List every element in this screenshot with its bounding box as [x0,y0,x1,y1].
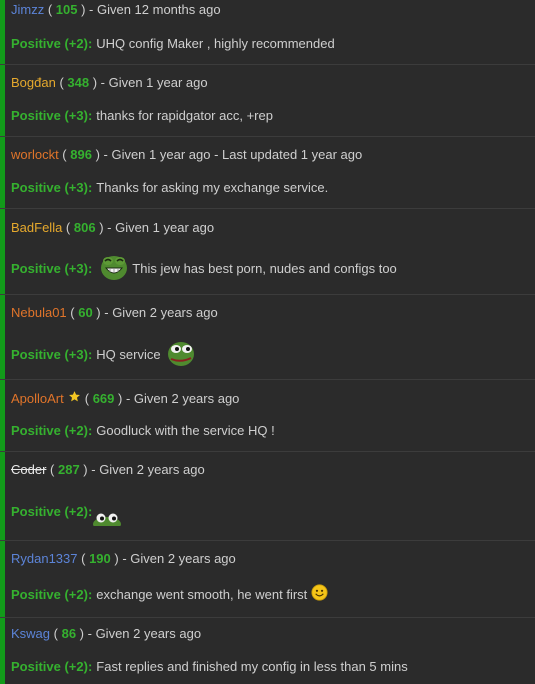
rep-comment: HQ service [96,347,161,362]
divider [0,451,535,452]
username-link[interactable]: Nebula01 [11,305,67,320]
username-link[interactable]: Kswag [11,626,50,641]
star-icon [68,390,81,406]
username-link[interactable]: worlockt [11,147,59,162]
rep-comment: thanks for rapidgator acc, +rep [96,108,273,123]
username-link[interactable]: Jimzz [11,2,44,17]
rep-score: 287 [57,462,80,477]
given-time: Given 1 year ago [108,75,208,90]
given-time: Given 2 years ago [112,305,218,320]
divider [0,136,535,137]
rep-comment: This jew has best porn, nudes and config… [132,261,397,276]
rep-type: Positive (+2): [11,36,93,51]
rep-score: 86 [61,626,77,641]
divider [0,379,535,380]
rep-type: Positive (+3): [11,108,93,123]
pepe-laugh-icon [99,253,129,284]
rep-comment: Thanks for asking my exchange service. [96,180,329,195]
rep-type: Positive (+3): [11,347,93,362]
rep-comment: exchange went smooth, he went first [96,586,308,602]
rep-score: 190 [89,551,111,566]
rep-type: Positive (+2): [11,504,93,519]
username-link[interactable]: Coder [11,462,46,477]
pepe-icon [166,339,196,370]
rep-type: Positive (+3): [11,261,93,276]
rep-type: Positive (+2): [11,586,93,602]
given-time: Given 2 years ago [133,390,240,406]
rep-type: Positive (+2): [11,659,93,674]
given-time: Given 2 years ago [95,626,202,641]
rep-comment: Goodluck with the service HQ ! [96,423,275,438]
username-link[interactable]: Bogđan [11,75,56,90]
given-time: Given 12 months ago [96,2,221,17]
smiley-icon [311,584,328,604]
username-link[interactable]: ApolloArt [11,391,64,406]
rep-score: 669 [92,390,115,406]
rep-score: 806 [73,220,96,235]
given-time: Given 2 years ago [99,462,205,477]
divider [0,294,535,295]
given-time: Given 1 year ago [115,220,215,235]
rep-comment: Fast replies and finished my config in l… [96,659,408,674]
rep-score: 60 [78,305,93,320]
rep-type: Positive (+3): [11,180,93,195]
rep-comment: UHQ config Maker , highly recommended [96,36,335,51]
divider [0,540,535,541]
divider [0,617,535,618]
divider [0,64,535,65]
rep-score: 896 [70,147,92,162]
username-link[interactable]: Rydan1337 [11,551,78,566]
divider [0,208,535,209]
username-link[interactable]: BadFella [11,220,62,235]
rep-score: 105 [55,2,78,17]
frog-peek-icon [92,512,122,531]
rep-type: Positive (+2): [11,423,93,438]
given-time: Given 1 year ago - Last updated 1 year a… [111,147,363,162]
rep-score: 348 [67,75,90,90]
positive-rep-bar [0,0,5,684]
given-time: Given 2 years ago [130,551,236,566]
